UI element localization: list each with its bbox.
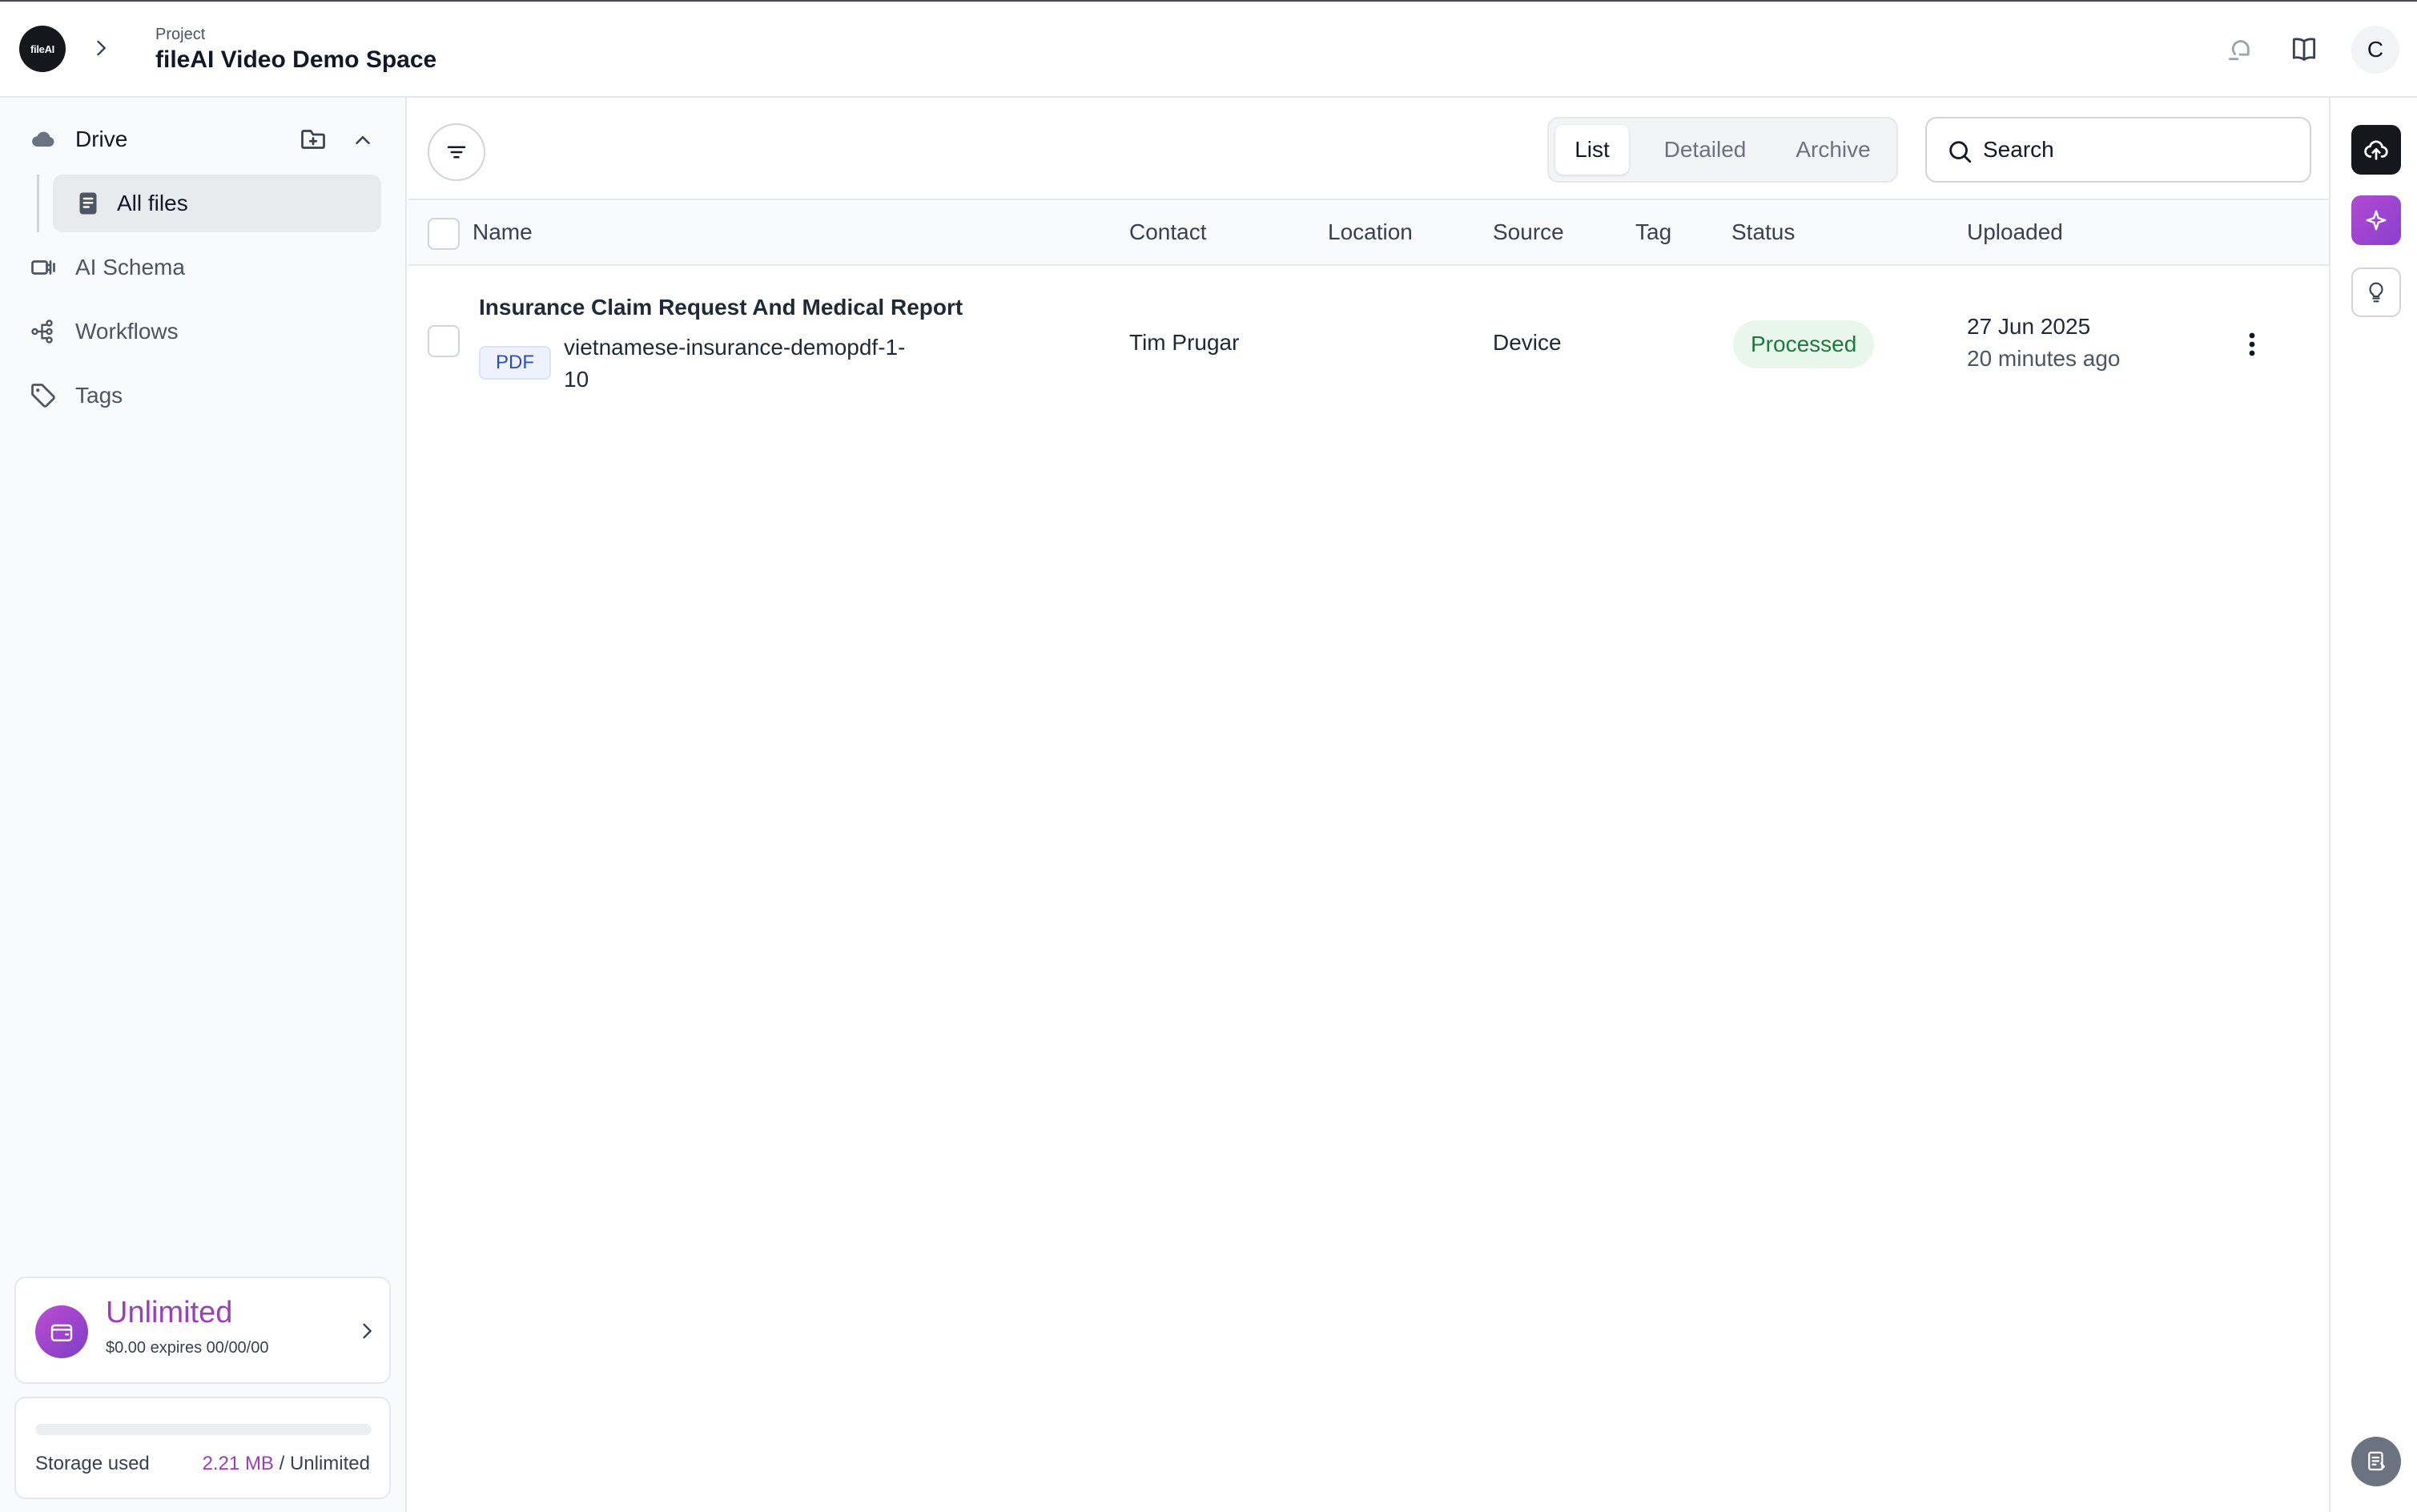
storage-label: Storage used	[35, 1453, 150, 1474]
notes-button[interactable]	[2351, 1437, 2401, 1486]
workflow-icon	[29, 317, 58, 346]
sidebar-item-workflows[interactable]: Workflows	[0, 303, 407, 360]
uploaded-relative: 20 minutes ago	[1967, 346, 2121, 371]
row-checkbox[interactable]	[428, 325, 460, 357]
toolbar: List Detailed Archive	[408, 98, 2331, 200]
column-header-status[interactable]: Status	[1731, 219, 1795, 245]
column-header-name[interactable]: Name	[473, 219, 533, 245]
tab-list[interactable]: List	[1555, 125, 1629, 175]
lightbulb-icon	[2364, 280, 2388, 304]
document-icon	[74, 189, 103, 218]
wallet-icon	[35, 1305, 88, 1358]
file-name: vietnamese-insurance-demopdf-1-10	[564, 335, 906, 392]
sparkle-icon	[2364, 208, 2388, 232]
storage-total: / Unlimited	[279, 1453, 370, 1474]
source-cell: Device	[1493, 330, 1562, 355]
notes-icon	[2364, 1450, 2388, 1474]
search-icon	[1946, 138, 1973, 165]
cloud-icon	[29, 125, 58, 154]
filter-icon	[444, 140, 469, 164]
notification-icon[interactable]	[2225, 34, 2255, 64]
sidebar-item-label: AI Schema	[75, 255, 185, 279]
storage-value: 2.21 MB / Unlimited	[203, 1453, 370, 1475]
column-header-source[interactable]: Source	[1493, 219, 1564, 245]
sidebar-item-all-files[interactable]: All files	[53, 175, 381, 232]
user-avatar[interactable]: C	[2351, 26, 2399, 74]
tag-icon	[29, 381, 58, 410]
sidebar-item-label: Workflows	[75, 319, 179, 344]
cloud-upload-icon	[2363, 136, 2390, 163]
ai-assistant-button[interactable]	[2351, 195, 2401, 245]
status-badge: Processed	[1733, 320, 1875, 368]
contact-cell: Tim Prugar	[1129, 330, 1240, 355]
book-icon[interactable]	[2289, 34, 2319, 64]
project-name[interactable]: fileAI Video Demo Space	[155, 46, 436, 74]
sidebar-item-drive[interactable]: Drive	[0, 111, 407, 168]
plan-subtitle: $0.00 expires 00/00/00	[106, 1339, 269, 1357]
column-header-contact[interactable]: Contact	[1129, 219, 1207, 245]
plan-title: Unlimited	[106, 1296, 233, 1329]
storage-used: 2.21 MB	[202, 1453, 274, 1474]
storage-progress-bar	[35, 1424, 372, 1435]
chevron-right-icon	[356, 1320, 378, 1342]
column-header-location[interactable]: Location	[1328, 219, 1413, 245]
view-tabs: List Detailed Archive	[1547, 117, 1898, 183]
chevron-up-icon[interactable]	[351, 128, 375, 152]
select-all-checkbox[interactable]	[428, 218, 460, 250]
tips-button[interactable]	[2351, 267, 2401, 317]
search-box[interactable]	[1925, 117, 2311, 183]
more-options-icon[interactable]	[2236, 328, 2268, 360]
plan-card[interactable]: Unlimited $0.00 expires 00/00/00	[14, 1277, 391, 1384]
fileai-logo[interactable]: fileAI	[19, 26, 66, 72]
search-input[interactable]	[1983, 130, 2295, 170]
storage-card: Storage used 2.21 MB / Unlimited	[14, 1397, 391, 1499]
sidebar-item-label: Tags	[75, 383, 123, 408]
column-header-tag[interactable]: Tag	[1635, 219, 1671, 245]
sidebar-item-tags[interactable]: Tags	[0, 367, 407, 424]
file-title[interactable]: Insurance Claim Request And Medical Repo…	[479, 295, 963, 320]
filter-button[interactable]	[428, 123, 485, 181]
upload-button[interactable]	[2351, 125, 2401, 175]
tree-connector	[37, 175, 39, 232]
tab-detailed[interactable]: Detailed	[1642, 125, 1768, 175]
chevron-right-icon[interactable]	[90, 37, 112, 59]
avatar-initial: C	[2367, 37, 2384, 62]
sidebar: Drive All files AI Schema Workflows Tags	[0, 98, 407, 1512]
project-label: Project	[155, 26, 206, 43]
sidebar-item-label: Drive	[75, 127, 128, 151]
top-header: fileAI Project fileAI Video Demo Space C	[0, 0, 2417, 98]
logo-text: fileAI	[30, 42, 54, 55]
right-rail	[2329, 98, 2417, 1512]
table-row[interactable]: Insurance Claim Request And Medical Repo…	[408, 267, 2331, 421]
schema-icon	[29, 253, 58, 282]
sidebar-item-label: All files	[117, 191, 188, 215]
column-header-uploaded[interactable]: Uploaded	[1967, 219, 2063, 245]
sidebar-item-ai-schema[interactable]: AI Schema	[0, 239, 407, 296]
add-folder-icon[interactable]	[298, 125, 328, 154]
table-header: Name Contact Location Source Tag Status …	[408, 202, 2331, 266]
uploaded-date: 27 Jun 2025	[1967, 314, 2091, 339]
file-type-badge: PDF	[479, 346, 551, 380]
tab-archive[interactable]: Archive	[1775, 125, 1892, 175]
